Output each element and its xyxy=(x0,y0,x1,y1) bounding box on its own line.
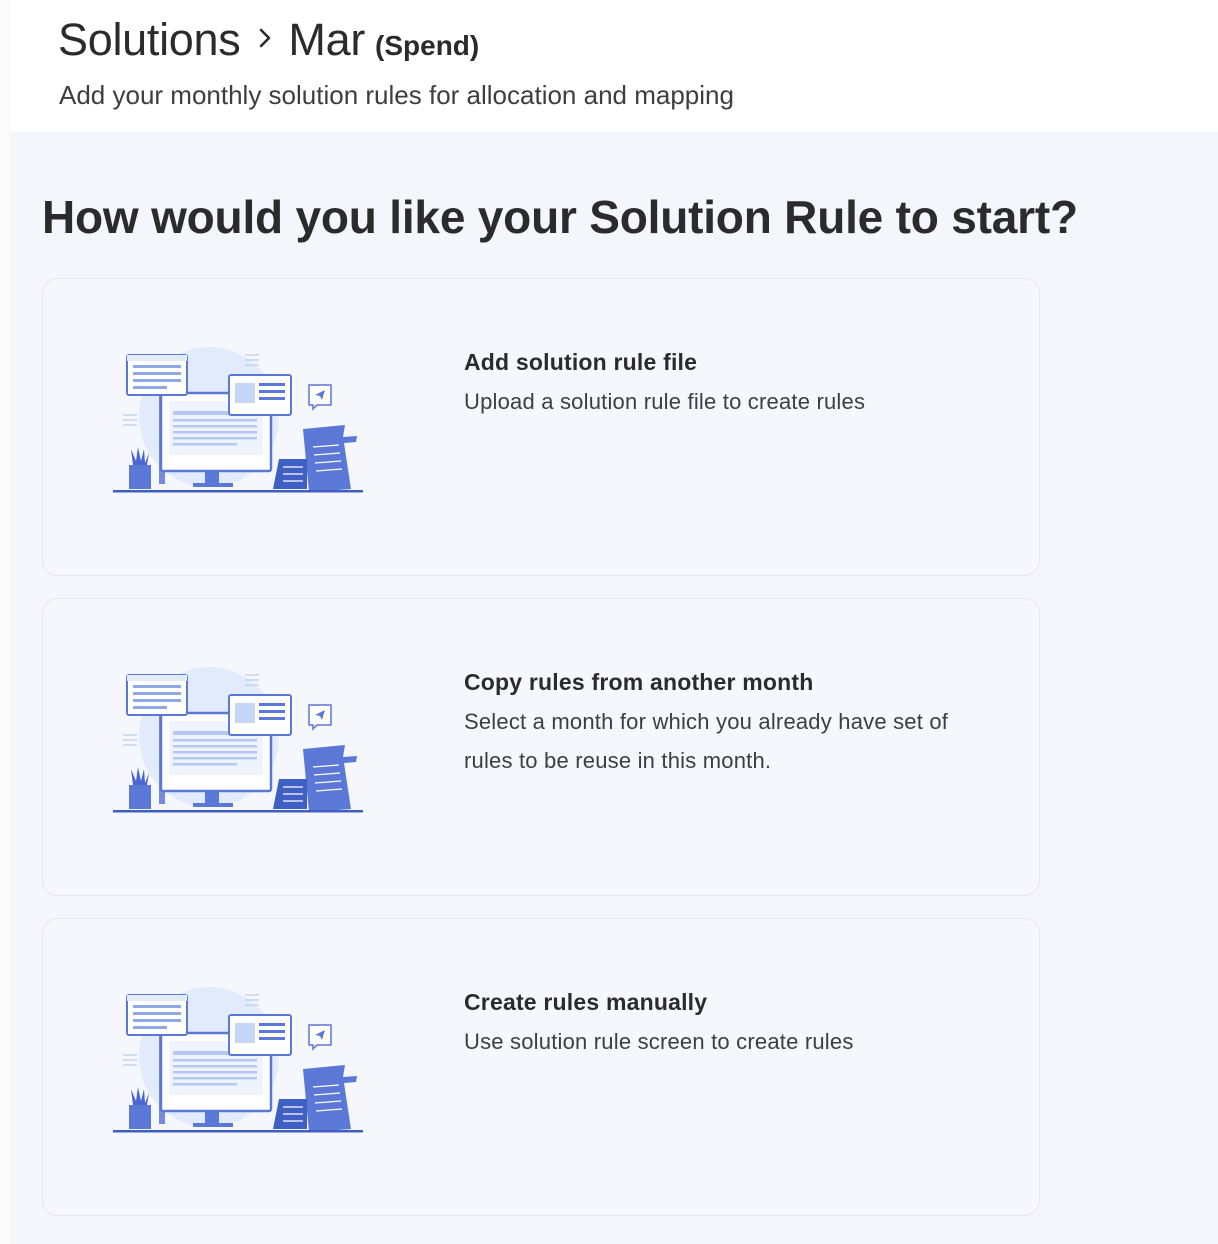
option-card-copy-month[interactable]: Copy rules from another month Select a m… xyxy=(42,598,1040,896)
option-description: Use solution rule screen to create rules xyxy=(464,1029,854,1054)
breadcrumb-solutions-link[interactable]: Solutions xyxy=(58,14,241,66)
chevron-right-icon xyxy=(258,27,272,54)
desktop-workspace-illustration xyxy=(113,347,369,511)
start-question-heading: How would you like your Solution Rule to… xyxy=(42,191,1078,243)
left-edge xyxy=(0,0,10,1244)
option-card-create-manually[interactable]: Create rules manually Use solution rule … xyxy=(42,918,1040,1216)
option-title: Create rules manually xyxy=(464,989,708,1015)
desktop-workspace-illustration xyxy=(113,667,369,831)
option-text: Copy rules from another month Select a m… xyxy=(464,669,984,780)
breadcrumb-type-tag: (Spend) xyxy=(375,30,480,61)
option-description: Upload a solution rule file to create ru… xyxy=(464,389,866,414)
breadcrumb: Solutions Mar (Spend) xyxy=(58,14,479,66)
option-description: Select a month for which you already hav… xyxy=(464,709,949,773)
option-title: Add solution rule file xyxy=(464,349,698,375)
option-title: Copy rules from another month xyxy=(464,669,814,695)
breadcrumb-current-month: Mar xyxy=(288,14,366,65)
main-content: How would you like your Solution Rule to… xyxy=(10,132,1218,1244)
desktop-workspace-illustration xyxy=(113,987,369,1151)
page-header: Solutions Mar (Spend) Add your monthly s… xyxy=(10,0,1218,132)
page-subtitle: Add your monthly solution rules for allo… xyxy=(59,80,734,110)
option-card-add-file[interactable]: Add solution rule file Upload a solution… xyxy=(42,278,1040,576)
option-text: Add solution rule file Upload a solution… xyxy=(464,349,984,421)
option-text: Create rules manually Use solution rule … xyxy=(464,989,984,1061)
